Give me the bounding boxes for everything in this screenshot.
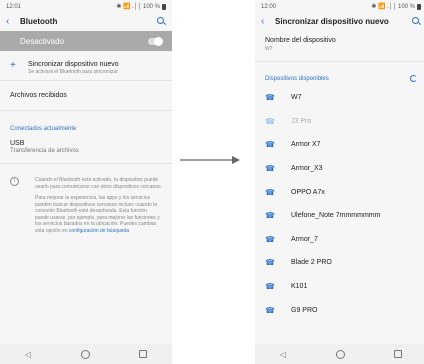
device-list-item[interactable]: ☎ K101 xyxy=(255,275,424,299)
back-arrow-icon[interactable]: ‹ xyxy=(6,16,16,27)
nav-recents-icon[interactable] xyxy=(394,350,403,358)
available-devices-label: Dispositivos disponibles xyxy=(265,75,329,82)
usb-subtitle: Transferencia de archivos xyxy=(10,148,79,154)
plus-icon: + xyxy=(10,60,16,71)
device-list-item[interactable]: ☎ OPPO A7x xyxy=(255,180,424,204)
divider xyxy=(0,80,172,81)
info-paragraph-2: Para mejorar la experiencia, las apps y … xyxy=(35,195,162,234)
divider xyxy=(0,163,172,164)
device-name: Ulefone_Note 7mmmmmmm xyxy=(291,212,381,220)
divider xyxy=(0,110,172,111)
device-name: Armor_X3 xyxy=(291,165,323,173)
device-list-item[interactable]: ☎ G9 PRO xyxy=(255,298,424,322)
device-name: K101 xyxy=(291,283,308,291)
pair-title: Sincronizar dispositivo nuevo xyxy=(28,61,119,68)
phone-icon: ☎ xyxy=(265,234,275,244)
status-bar: 12:01 ✱ 📶 .││ 100 % xyxy=(0,0,172,13)
usb-item[interactable]: USB Transferencia de archivos xyxy=(0,136,172,158)
usb-title: USB xyxy=(10,140,25,147)
device-list: ☎ W7 ☎ J3 Pro ☎ Armor X7 ☎ Armor_X3 ☎ OPPO A7x ☎ Ul… xyxy=(255,86,424,322)
spinner-icon xyxy=(410,75,417,82)
info-block: i Cuando el Bluetooth está activado, tu … xyxy=(0,169,172,239)
device-list-item[interactable]: ☎ J3 Pro xyxy=(255,110,424,134)
device-name: W7 xyxy=(291,94,302,102)
bluetooth-settings-screen: 12:01 ✱ 📶 .││ 100 % ‹ Bluetooth Desactiv… xyxy=(0,0,172,364)
scan-settings-link[interactable]: configuración de búsqueda xyxy=(69,228,129,234)
page-title: Bluetooth xyxy=(20,16,58,26)
battery-icon xyxy=(162,3,166,10)
signal-battery-text: ✱ 📶 .││ 100 % xyxy=(116,4,160,10)
signal-battery-text: ✱ 📶 .││ 100 % xyxy=(371,4,415,10)
bluetooth-toggle-row[interactable]: Desactivado xyxy=(0,31,172,51)
received-files-item[interactable]: Archivos recibidos xyxy=(0,86,172,105)
available-devices-header: Dispositivos disponibles xyxy=(255,67,424,86)
phone-icon: ☎ xyxy=(265,305,275,315)
toggle-label: Desactivado xyxy=(20,36,65,46)
pair-subtitle: Se activará el Bluetooth para sincroniza… xyxy=(28,69,118,75)
phone-icon: ☎ xyxy=(265,258,275,268)
pair-device-screen: 12:00 ✱ 📶 .││ 100 % ‹ Sincronizar dispos… xyxy=(255,0,424,364)
app-bar: ‹ Sincronizar dispositivo nuevo xyxy=(255,13,424,29)
phone-icon: ☎ xyxy=(265,116,275,126)
nav-bar: ◁ xyxy=(255,344,424,364)
device-list-item[interactable]: ☎ Armor X7 xyxy=(255,133,424,157)
device-name-value: W7 xyxy=(265,46,273,52)
nav-back-icon[interactable]: ◁ xyxy=(25,350,31,359)
search-icon[interactable] xyxy=(156,16,166,26)
device-name-label: Nombre del dispositivo xyxy=(265,37,336,44)
info-paragraph-1: Cuando el Bluetooth está activado, tu di… xyxy=(35,177,163,190)
nav-home-icon[interactable] xyxy=(335,349,345,359)
device-list-item[interactable]: ☎ Blade 2 PRO xyxy=(255,251,424,275)
page-title: Sincronizar dispositivo nuevo xyxy=(275,16,389,26)
device-name: OPPO A7x xyxy=(291,188,325,196)
transition-arrow-icon xyxy=(180,156,240,164)
device-list-item[interactable]: ☎ Armor_X3 xyxy=(255,157,424,181)
device-name: Armor X7 xyxy=(291,141,321,149)
info-icon: i xyxy=(10,177,19,186)
status-time: 12:00 xyxy=(261,3,277,10)
divider xyxy=(255,61,424,62)
phone-icon: ☎ xyxy=(265,164,275,174)
status-indicators: ✱ 📶 .││ 100 % xyxy=(371,3,421,10)
device-name: G9 PRO xyxy=(291,306,318,314)
phone-icon: ☎ xyxy=(265,282,275,292)
nav-home-icon[interactable] xyxy=(80,349,90,359)
app-bar: ‹ Bluetooth xyxy=(0,13,172,29)
back-arrow-icon[interactable]: ‹ xyxy=(261,16,271,27)
bluetooth-switch[interactable] xyxy=(148,36,163,46)
status-indicators: ✱ 📶 .││ 100 % xyxy=(116,3,166,10)
pair-text: Sincronizar dispositivo nuevo Se activar… xyxy=(28,61,119,75)
device-list-item[interactable]: ☎ Armor_7 xyxy=(255,228,424,252)
phone-icon: ☎ xyxy=(265,187,275,197)
battery-icon xyxy=(417,3,421,10)
device-name-item[interactable]: Nombre del dispositivo W7 xyxy=(255,29,424,56)
phone-icon: ☎ xyxy=(265,93,275,103)
device-list-item[interactable]: ☎ Ulefone_Note 7mmmmmmm xyxy=(255,204,424,228)
status-bar: 12:00 ✱ 📶 .││ 100 % xyxy=(255,0,424,13)
phone-icon: ☎ xyxy=(265,140,275,150)
device-list-item[interactable]: ☎ W7 xyxy=(255,86,424,110)
device-name: Blade 2 PRO xyxy=(291,259,332,267)
device-name: J3 Pro xyxy=(291,117,312,125)
search-icon[interactable] xyxy=(411,16,421,26)
pair-new-device-item[interactable]: + Sincronizar dispositivo nuevo Se activ… xyxy=(0,60,172,76)
nav-recents-icon[interactable] xyxy=(139,350,148,358)
nav-back-icon[interactable]: ◁ xyxy=(280,350,286,359)
phone-icon: ☎ xyxy=(265,211,275,221)
switch-knob xyxy=(154,36,163,46)
connected-section-header: Conectados actualmente xyxy=(10,126,77,132)
info-text: Cuando el Bluetooth está activado, tu di… xyxy=(19,177,162,239)
nav-bar: ◁ xyxy=(0,344,172,364)
status-time: 12:01 xyxy=(6,3,22,10)
device-name: Armor_7 xyxy=(291,235,318,243)
